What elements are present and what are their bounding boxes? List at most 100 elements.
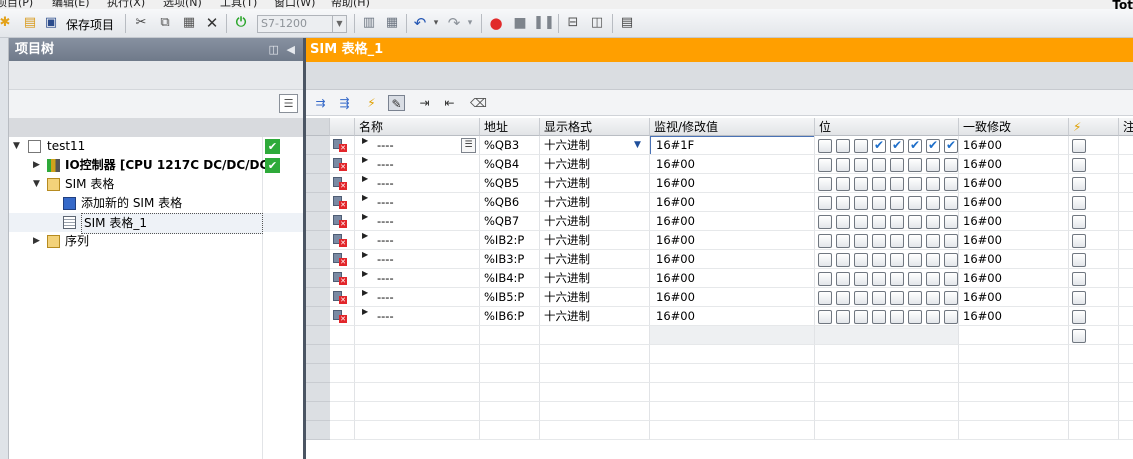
bit-checkbox[interactable]: [818, 158, 832, 172]
bit-checkbox[interactable]: [926, 196, 940, 210]
row-header[interactable]: [306, 364, 330, 383]
bit-checkbox[interactable]: [944, 158, 958, 172]
bit-checkbox[interactable]: [872, 291, 886, 305]
redo-icon[interactable]: ↷: [446, 15, 462, 31]
address-cell[interactable]: %IB3:P: [480, 250, 540, 269]
tree-item-test11[interactable]: ▼ test11 ✔: [9, 137, 303, 156]
format-cell[interactable]: 十六进制: [540, 212, 650, 231]
value-cell[interactable]: 16#00: [650, 250, 815, 269]
column-left-icon[interactable]: ▥: [361, 15, 377, 31]
bit-checkbox[interactable]: [836, 253, 850, 267]
bit-checkbox[interactable]: [890, 272, 904, 286]
menu-tools[interactable]: 工具(T): [220, 0, 257, 9]
print-icon[interactable]: ▤: [619, 15, 635, 31]
modify-checkbox[interactable]: [1072, 196, 1086, 210]
row-header[interactable]: [306, 402, 330, 421]
format-cell[interactable]: 十六进制: [540, 174, 650, 193]
format-cell[interactable]: 十六进制: [540, 250, 650, 269]
format-cell[interactable]: [540, 326, 650, 345]
column-header-name[interactable]: 名称: [355, 118, 480, 136]
bit-checkbox[interactable]: [944, 138, 958, 153]
bit-checkbox[interactable]: [836, 291, 850, 305]
row-header[interactable]: [306, 136, 330, 155]
address-cell[interactable]: %QB6: [480, 193, 540, 212]
bit-checkbox[interactable]: [854, 272, 868, 286]
split-horizontal-icon[interactable]: ⊟: [565, 15, 581, 31]
bit-checkbox[interactable]: [908, 215, 922, 229]
name-cell[interactable]: ----: [355, 155, 480, 174]
name-cell[interactable]: [355, 364, 480, 383]
bit-checkbox[interactable]: [908, 158, 922, 172]
bit-checkbox[interactable]: [890, 234, 904, 248]
consistent-cell[interactable]: [959, 383, 1069, 402]
row-header[interactable]: [306, 345, 330, 364]
format-cell[interactable]: [540, 345, 650, 364]
add-row-icon[interactable]: ⇶: [336, 95, 353, 111]
bit-checkbox[interactable]: [926, 253, 940, 267]
value-cell[interactable]: 16#1F: [650, 136, 815, 155]
note-cell[interactable]: [1119, 288, 1133, 307]
row-header[interactable]: [306, 155, 330, 174]
name-cell[interactable]: ----: [355, 174, 480, 193]
column-header-format[interactable]: 显示格式: [540, 118, 650, 136]
list-icon[interactable]: ☰: [461, 138, 476, 153]
consistent-cell[interactable]: [959, 345, 1069, 364]
stop-icon[interactable]: ■: [512, 15, 528, 31]
bit-checkbox[interactable]: [854, 139, 868, 153]
address-cell[interactable]: %QB7: [480, 212, 540, 231]
device-select[interactable]: S7-1200 ▼: [257, 15, 347, 33]
bit-checkbox[interactable]: [944, 215, 958, 229]
bit-checkbox[interactable]: [872, 234, 886, 248]
row-header[interactable]: [306, 326, 330, 345]
value-cell[interactable]: 16#00: [650, 155, 815, 174]
bit-checkbox[interactable]: [854, 215, 868, 229]
format-cell[interactable]: [540, 364, 650, 383]
modify-checkbox[interactable]: [1072, 272, 1086, 286]
bit-checkbox[interactable]: [926, 272, 940, 286]
bit-checkbox[interactable]: [890, 138, 904, 153]
name-cell[interactable]: [355, 326, 480, 345]
chevron-right-icon[interactable]: ▶: [362, 250, 368, 259]
consistent-cell[interactable]: 16#00: [959, 212, 1069, 231]
bit-checkbox[interactable]: [944, 272, 958, 286]
address-cell[interactable]: %QB4: [480, 155, 540, 174]
bit-checkbox[interactable]: [908, 310, 922, 324]
format-cell[interactable]: 十六进制: [540, 269, 650, 288]
name-cell[interactable]: ----: [355, 288, 480, 307]
name-cell[interactable]: ----: [355, 231, 480, 250]
modify-checkbox[interactable]: [1072, 158, 1086, 172]
row-header[interactable]: [306, 421, 330, 440]
row-header[interactable]: [306, 231, 330, 250]
bit-checkbox[interactable]: [944, 196, 958, 210]
bit-checkbox[interactable]: [890, 310, 904, 324]
bit-checkbox[interactable]: [872, 310, 886, 324]
format-cell[interactable]: 十六进制: [540, 288, 650, 307]
bit-checkbox[interactable]: [836, 272, 850, 286]
chevron-right-icon[interactable]: ▶: [362, 288, 368, 297]
chevron-down-icon[interactable]: ▼: [33, 175, 40, 194]
value-cell[interactable]: 16#00: [650, 193, 815, 212]
note-cell[interactable]: [1119, 193, 1133, 212]
bit-checkbox[interactable]: [926, 215, 940, 229]
column-header-monitor[interactable]: 监视/修改值: [650, 118, 815, 136]
bits-cell[interactable]: [815, 402, 959, 421]
modify-checkbox[interactable]: [1072, 139, 1086, 153]
modify-now-icon[interactable]: ⚡: [363, 95, 380, 111]
name-cell[interactable]: [355, 421, 480, 440]
consistent-cell[interactable]: [959, 326, 1069, 345]
chevron-right-icon[interactable]: ▶: [362, 212, 368, 221]
note-cell[interactable]: [1119, 231, 1133, 250]
bit-checkbox[interactable]: [818, 310, 832, 324]
bit-checkbox[interactable]: [908, 138, 922, 153]
bit-checkbox[interactable]: [890, 291, 904, 305]
insert-row-icon[interactable]: ⇉: [312, 95, 329, 111]
tree-item-io-controller[interactable]: ▶ IO控制器 [CPU 1217C DC/DC/DC] ✔: [9, 156, 303, 175]
value-cell[interactable]: [650, 383, 815, 402]
bit-checkbox[interactable]: [818, 272, 832, 286]
address-cell[interactable]: %IB4:P: [480, 269, 540, 288]
bit-checkbox[interactable]: [944, 253, 958, 267]
modify-checkbox[interactable]: [1072, 291, 1086, 305]
modify-checkbox[interactable]: [1072, 329, 1086, 343]
row-header[interactable]: [306, 269, 330, 288]
format-cell[interactable]: 十六进制: [540, 307, 650, 326]
